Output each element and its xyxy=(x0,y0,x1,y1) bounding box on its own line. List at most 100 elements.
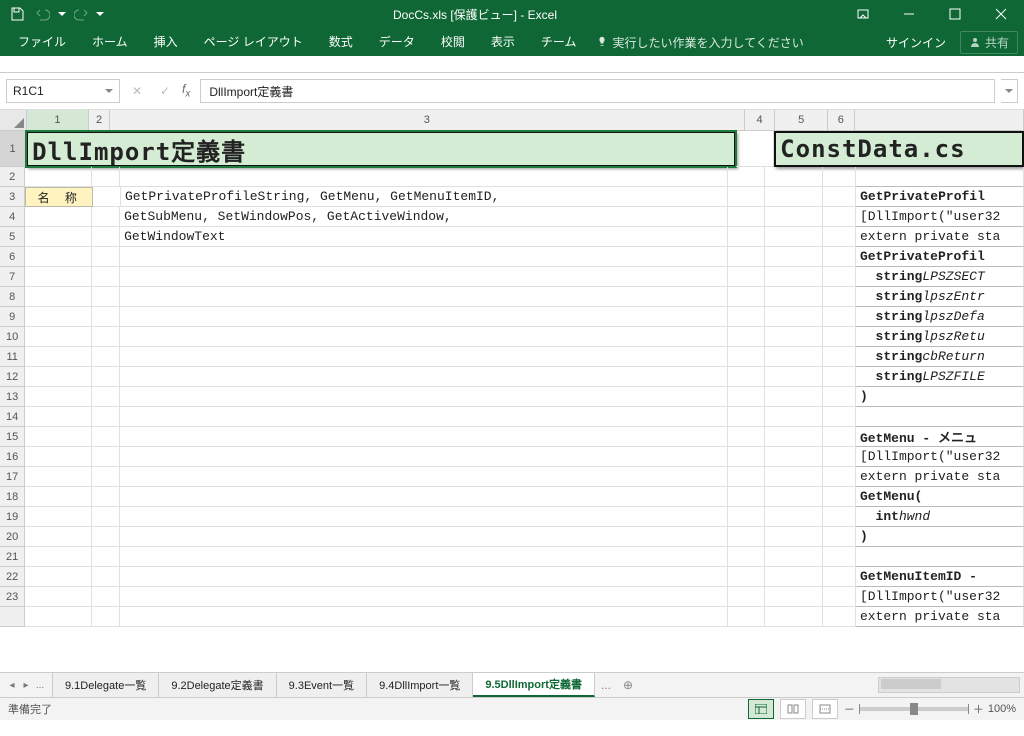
cell[interactable] xyxy=(823,427,856,447)
cell[interactable] xyxy=(823,187,856,207)
cell[interactable] xyxy=(765,587,823,607)
cell[interactable] xyxy=(765,447,823,467)
cell[interactable] xyxy=(25,247,92,267)
cell[interactable] xyxy=(25,367,92,387)
row-header[interactable]: 18 xyxy=(0,487,25,507)
cell[interactable] xyxy=(765,347,823,367)
col-header-3[interactable]: 3 xyxy=(110,110,745,130)
row-header[interactable]: 22 xyxy=(0,567,25,587)
cell[interactable] xyxy=(823,607,856,627)
cell[interactable] xyxy=(120,467,728,487)
select-all[interactable] xyxy=(0,110,27,130)
cell[interactable] xyxy=(765,487,823,507)
spreadsheet-grid[interactable]: 1 2 3 4 5 6 1 DllImport定義書 ConstData.cs … xyxy=(0,110,1024,672)
code-cell[interactable]: ) xyxy=(856,527,1024,547)
zoom-slider[interactable] xyxy=(859,707,969,711)
formula-enter-icon[interactable]: ✓ xyxy=(154,84,176,98)
cell[interactable] xyxy=(25,447,92,467)
cell[interactable] xyxy=(823,467,856,487)
cell[interactable] xyxy=(120,167,728,187)
sheet-tab[interactable]: 9.1Delegate一覧 xyxy=(53,673,159,697)
fx-icon[interactable]: fx xyxy=(182,82,190,99)
cell[interactable] xyxy=(823,247,856,267)
cell[interactable] xyxy=(765,567,823,587)
cell[interactable] xyxy=(25,267,92,287)
cell[interactable] xyxy=(92,487,120,507)
cell[interactable] xyxy=(25,227,92,247)
cell[interactable] xyxy=(728,287,765,307)
cell[interactable] xyxy=(823,547,856,567)
cell[interactable] xyxy=(92,307,120,327)
cell[interactable] xyxy=(120,427,728,447)
code-cell[interactable]: string lpszEntr xyxy=(856,287,1024,307)
cell[interactable] xyxy=(823,487,856,507)
view-normal-icon[interactable] xyxy=(748,699,774,719)
row-header[interactable]: 11 xyxy=(0,347,25,367)
cell[interactable] xyxy=(728,427,765,447)
share-button[interactable]: 共有 xyxy=(960,31,1018,54)
undo-icon[interactable] xyxy=(32,3,54,25)
cell[interactable] xyxy=(728,527,765,547)
cell[interactable] xyxy=(25,567,92,587)
undo-dropdown[interactable] xyxy=(58,12,66,20)
cell[interactable] xyxy=(728,347,765,367)
code-cell[interactable]: extern private sta xyxy=(856,467,1024,487)
cell[interactable] xyxy=(823,587,856,607)
code-cell[interactable]: GetPrivateProfil xyxy=(856,187,1024,207)
cell[interactable] xyxy=(728,187,765,207)
cell[interactable] xyxy=(765,207,823,227)
tab-insert[interactable]: 挿入 xyxy=(142,29,190,56)
cell[interactable] xyxy=(25,207,92,227)
cell[interactable] xyxy=(728,267,765,287)
cell[interactable] xyxy=(120,547,728,567)
cell[interactable] xyxy=(765,607,823,627)
cell[interactable] xyxy=(25,607,92,627)
cell[interactable] xyxy=(92,367,120,387)
cell[interactable] xyxy=(728,447,765,467)
cell[interactable] xyxy=(823,227,856,247)
row-header[interactable]: 16 xyxy=(0,447,25,467)
cell[interactable] xyxy=(120,447,728,467)
cell[interactable] xyxy=(120,347,728,367)
redo-icon[interactable] xyxy=(70,3,92,25)
code-cell[interactable]: [DllImport("user32 xyxy=(856,207,1024,227)
sheet-more[interactable]: ... xyxy=(595,673,617,697)
cell[interactable] xyxy=(728,587,765,607)
sheet-nav-first[interactable]: ◂ xyxy=(6,680,18,691)
ribbon-options-icon[interactable] xyxy=(840,0,886,28)
cell[interactable] xyxy=(92,387,120,407)
code-cell[interactable]: string LPSZSECT xyxy=(856,267,1024,287)
cell[interactable] xyxy=(823,407,856,427)
cell[interactable] xyxy=(93,187,121,207)
cell[interactable] xyxy=(25,487,92,507)
formula-bar[interactable]: DllImport定義書 xyxy=(200,79,995,103)
col-header-1[interactable]: 1 xyxy=(27,110,89,130)
cell[interactable] xyxy=(856,407,1024,427)
tab-team[interactable]: チーム xyxy=(529,29,589,56)
sheet-tab[interactable]: 9.2Delegate定義書 xyxy=(159,673,276,697)
cell[interactable] xyxy=(765,287,823,307)
zoom-out[interactable]: － xyxy=(844,701,855,717)
cell[interactable] xyxy=(728,387,765,407)
cell[interactable] xyxy=(728,487,765,507)
cell[interactable] xyxy=(728,247,765,267)
body-cell[interactable]: GetSubMenu, SetWindowPos, GetActiveWindo… xyxy=(120,207,728,227)
row-header[interactable]: 1 xyxy=(0,131,26,167)
cell[interactable] xyxy=(728,467,765,487)
cell[interactable] xyxy=(92,567,120,587)
title-cell[interactable]: DllImport定義書 xyxy=(26,131,736,167)
body-cell[interactable]: GetWindowText xyxy=(120,227,728,247)
cell[interactable] xyxy=(25,407,92,427)
minimize-icon[interactable] xyxy=(886,0,932,28)
cell[interactable] xyxy=(120,407,728,427)
cell[interactable] xyxy=(765,167,823,187)
col-header-6[interactable]: 6 xyxy=(828,110,855,130)
cell[interactable] xyxy=(120,387,728,407)
row-header[interactable]: 3 xyxy=(0,187,25,207)
cell[interactable] xyxy=(765,427,823,447)
code-cell[interactable]: int hwnd xyxy=(856,507,1024,527)
cell[interactable] xyxy=(765,327,823,347)
cell[interactable] xyxy=(92,207,120,227)
tab-data[interactable]: データ xyxy=(367,29,427,56)
sheet-tab-active[interactable]: 9.5DllImport定義書 xyxy=(473,673,595,697)
